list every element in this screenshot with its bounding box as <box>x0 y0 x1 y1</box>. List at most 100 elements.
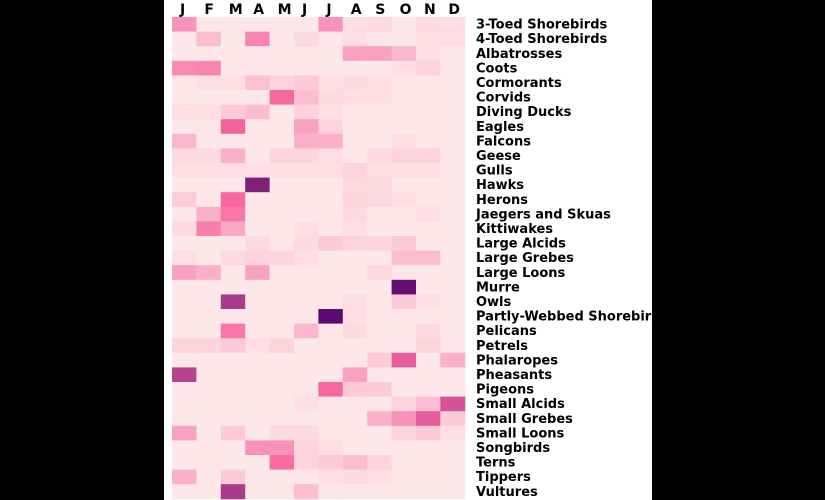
heatmap-cell <box>391 469 417 485</box>
heatmap-cell <box>440 177 466 193</box>
heatmap-cell <box>196 236 222 252</box>
heatmap-cell <box>220 104 246 120</box>
row-label: Kittiwakes <box>476 222 553 237</box>
heatmap-cell <box>342 133 368 149</box>
heatmap-cell <box>269 17 295 33</box>
heatmap-cell <box>294 206 319 222</box>
row-label: Pigeons <box>476 383 534 398</box>
heatmap-cell <box>245 148 271 164</box>
heatmap-cell <box>220 163 246 179</box>
heatmap-cell <box>294 17 319 33</box>
heatmap-cell <box>269 440 295 456</box>
heatmap-cell <box>416 411 441 427</box>
heatmap-cell <box>342 265 368 281</box>
heatmap-cell <box>269 46 295 62</box>
heatmap-cell <box>440 484 466 500</box>
heatmap-cell <box>172 484 197 500</box>
heatmap-cell <box>367 31 393 47</box>
heatmap-cell <box>172 323 197 339</box>
heatmap-cell <box>367 396 393 412</box>
heatmap-cell <box>440 323 466 339</box>
heatmap-cell <box>416 484 441 500</box>
heatmap-cell <box>245 440 271 456</box>
heatmap-cell <box>391 338 417 354</box>
heatmap-cell <box>342 279 368 295</box>
heatmap-cell <box>220 455 246 471</box>
heatmap-cell <box>440 17 466 33</box>
row-label: Terns <box>476 456 516 471</box>
heatmap-cell <box>440 265 466 281</box>
heatmap-cell <box>367 75 393 91</box>
heatmap-cell <box>342 206 368 222</box>
heatmap-cell <box>367 279 393 295</box>
heatmap-cell <box>294 469 319 485</box>
heatmap-cell <box>245 484 271 500</box>
heatmap-cell <box>245 279 271 295</box>
heatmap-cell <box>318 440 344 456</box>
heatmap-cell <box>391 221 417 237</box>
row-label: Pelicans <box>476 324 537 339</box>
heatmap-cell <box>245 367 271 383</box>
row-label: Eagles <box>476 120 524 135</box>
heatmap-cell <box>391 148 417 164</box>
heatmap-cell <box>294 236 319 252</box>
heatmap-cell <box>269 90 295 106</box>
heatmap-cell <box>440 148 466 164</box>
heatmap-cell <box>294 163 319 179</box>
heatmap-cell <box>416 323 441 339</box>
heatmap-cell <box>269 192 295 208</box>
heatmap-cell <box>416 469 441 485</box>
row-label: Herons <box>476 193 528 208</box>
heatmap-cell <box>367 236 393 252</box>
heatmap-cell <box>367 133 393 149</box>
heatmap-cell <box>269 104 295 120</box>
heatmap-cell <box>172 17 197 33</box>
heatmap-cell <box>220 367 246 383</box>
heatmap-cell <box>245 294 271 310</box>
heatmap-cell <box>294 425 319 441</box>
heatmap-cell <box>220 411 246 427</box>
heatmap-cell <box>416 60 441 76</box>
heatmap-cell <box>440 75 466 91</box>
heatmap-cell <box>220 60 246 76</box>
heatmap-cell <box>294 411 319 427</box>
heatmap-chart: JFMAMJJASOND 3-Toed Shorebirds4-Toed Sho… <box>172 2 669 500</box>
heatmap-cell <box>220 46 246 62</box>
heatmap-cell <box>196 17 222 33</box>
heatmap-cell <box>391 17 417 33</box>
heatmap-cell <box>196 279 222 295</box>
heatmap-cell <box>440 338 466 354</box>
heatmap-cell <box>342 163 368 179</box>
heatmap-cell <box>318 75 344 91</box>
heatmap-cell <box>269 323 295 339</box>
heatmap-cell <box>172 352 197 368</box>
heatmap-cell <box>245 338 271 354</box>
heatmap-cell <box>342 469 368 485</box>
heatmap-cell <box>269 31 295 47</box>
month-label: D <box>448 2 460 18</box>
heatmap-cell <box>294 75 319 91</box>
heatmap-cell <box>294 484 319 500</box>
row-label: Partly-Webbed Shorebirds <box>476 310 669 325</box>
heatmap-cell <box>367 46 393 62</box>
heatmap-cell <box>440 469 466 485</box>
heatmap-cell <box>367 17 393 33</box>
heatmap-cell <box>391 294 417 310</box>
heatmap-cell <box>196 75 222 91</box>
heatmap-cell <box>220 279 246 295</box>
heatmap-cell <box>220 323 246 339</box>
heatmap-cell <box>416 177 441 193</box>
heatmap-cell <box>391 163 417 179</box>
month-label: O <box>400 2 412 18</box>
row-label: Large Alcids <box>476 237 566 252</box>
heatmap-cell <box>196 119 222 135</box>
row-label: Falcons <box>476 134 531 149</box>
heatmap-cell <box>269 133 295 149</box>
heatmap-cell <box>342 17 368 33</box>
heatmap-cell <box>196 133 222 149</box>
heatmap-cell <box>391 119 417 135</box>
heatmap-cell <box>245 192 271 208</box>
heatmap-cell <box>318 119 344 135</box>
heatmap-cell <box>172 90 197 106</box>
heatmap-cell <box>391 46 417 62</box>
